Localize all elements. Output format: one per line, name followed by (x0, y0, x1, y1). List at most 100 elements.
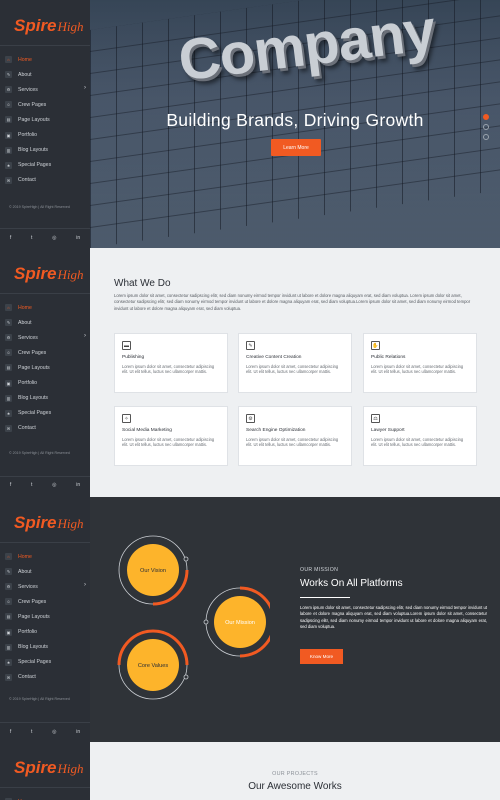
nav-item-about[interactable]: ✎ About (5, 564, 89, 579)
nav-item-portfolio[interactable]: ▣ Portfolio (5, 375, 89, 390)
nav-item-contact[interactable]: ✉ Contact (5, 421, 89, 436)
twitter-icon[interactable]: t (31, 482, 32, 488)
hero-section: Spire High ⌂ Home ✎ About ⚙ Services › ☺ Crew Pa… (0, 0, 500, 248)
vision-knob (183, 556, 189, 562)
nav-item-blog-layouts[interactable]: ▥ Blog Layouts (5, 143, 89, 158)
social-links: f t ◎ in (0, 235, 90, 241)
main-nav: ⌂Home (5, 794, 89, 800)
nav-item-label: Special Pages (18, 162, 52, 169)
service-card[interactable]: ▬ Publishing Lorem ipsum dolor sit amet, c… (114, 333, 228, 393)
service-card-text: Lorem ipsum dolor sit amet, consectetur … (371, 364, 464, 375)
instagram-icon[interactable]: ◎ (52, 482, 56, 488)
instagram-icon[interactable]: ◎ (52, 235, 56, 241)
nav-item-services[interactable]: ⚙ Services › (5, 579, 89, 594)
users-icon: ☺ (5, 598, 12, 606)
social-divider (0, 722, 90, 723)
nav-item-contact[interactable]: ✉ Contact (5, 173, 89, 188)
services-section: Spire High ⌂ Home ✎ About ⚙ Services › ☺ Crew Pa… (0, 248, 500, 497)
linkedin-icon[interactable]: in (76, 235, 80, 241)
nav-item-home[interactable]: ⌂Home (5, 300, 89, 315)
gear-icon: ⚙ (5, 86, 12, 94)
logo-high: High (57, 267, 84, 282)
linkedin-icon[interactable]: in (76, 482, 80, 488)
mission-circles: Our Vision Our Mission Core Values (117, 535, 270, 700)
nav-item-special-pages[interactable]: ★ Special Pages (5, 655, 89, 670)
logo-spire: Spire (14, 264, 57, 283)
sidebar: Spire High ⌂ Home ✎ About ⚙ Services › ☺ Crew Pa… (0, 0, 90, 248)
nav-item-crew-pages[interactable]: ☺ Crew Pages (5, 594, 89, 609)
sidebar: Spire High ⌂Home (0, 742, 90, 800)
service-card[interactable]: ⚖ Lawyer Support Lorem ipsum dolor sit ame… (363, 406, 477, 466)
slider-dot-2[interactable] (483, 124, 489, 130)
home-icon: ⌂ (5, 56, 12, 64)
nav-item-special-pages[interactable]: ★ Special Pages (5, 158, 89, 173)
nav-item-home[interactable]: ⌂Home (5, 52, 89, 67)
service-card[interactable]: ⚙ Search Engine Optimization Lorem ipsum d… (238, 406, 352, 466)
nav-item-about[interactable]: ✎ About (5, 67, 89, 82)
envelope-icon: ✉ (5, 424, 12, 432)
nav-item-home[interactable]: ⌂Home (5, 549, 89, 564)
social-divider (0, 228, 90, 229)
logo-divider (0, 45, 90, 46)
mission-paragraph: Lorem ipsum dolor sit amet, consectetur … (300, 605, 487, 630)
know-more-button[interactable]: Know More (300, 649, 343, 664)
linkedin-icon[interactable]: in (76, 729, 80, 735)
facebook-icon[interactable]: f (10, 235, 11, 241)
nav-item-label: Crew Pages (18, 598, 47, 605)
nav-item-label: Special Pages (18, 410, 52, 417)
service-card[interactable]: ✋ Public Relations Lorem ipsum dolor sit a… (363, 333, 477, 393)
main-nav: ⌂ Home ✎ About ⚙ Services › ☺ Crew Pages ▤ Page La… (5, 549, 89, 685)
pencil-icon: ✎ (5, 568, 12, 576)
social-links: f t ◎ in (0, 729, 90, 735)
nav-item-label: Home (18, 553, 32, 560)
nav-item-label: About (18, 568, 32, 575)
nav-item-label: Portfolio (18, 132, 38, 139)
mission-underline (300, 597, 350, 598)
values-label: Core Values (138, 663, 169, 669)
learn-more-button[interactable]: Learn More (271, 139, 321, 156)
logo[interactable]: Spire High (14, 758, 84, 780)
nav-item-crew-pages[interactable]: ☺ Crew Pages (5, 97, 89, 112)
seo-gear-icon: ⚙ (246, 414, 255, 423)
scales-icon: ⚖ (371, 414, 380, 423)
service-card[interactable]: ✧ Social Media Marketing Lorem ipsum dolor… (114, 406, 228, 466)
nav-item-about[interactable]: ✎ About (5, 315, 89, 330)
nav-item-portfolio[interactable]: ▣ Portfolio (5, 624, 89, 639)
envelope-icon: ✉ (5, 673, 12, 681)
hero-banner: Company Building Brands, Driving Growth … (90, 0, 500, 248)
layout-icon: ▤ (5, 613, 12, 621)
nav-item-home[interactable]: ⌂Home (5, 794, 89, 800)
nav-item-blog-layouts[interactable]: ▥ Blog Layouts (5, 640, 89, 655)
slider-dot-1[interactable] (483, 114, 489, 120)
mission-label: Our Mission (225, 620, 255, 626)
nav-item-contact[interactable]: ✉ Contact (5, 670, 89, 685)
instagram-icon[interactable]: ◎ (52, 729, 56, 735)
nav-item-page-layouts[interactable]: ▤ Page Layouts (5, 360, 89, 375)
facebook-icon[interactable]: f (10, 482, 11, 488)
slider-dot-3[interactable] (483, 134, 489, 140)
briefcase-icon: ▣ (5, 628, 12, 636)
facebook-icon[interactable]: f (10, 729, 11, 735)
service-card-text: Lorem ipsum dolor sit amet, consectetur … (122, 364, 215, 375)
nav-item-label: About (18, 71, 32, 78)
service-card[interactable]: ✎ Creative Content Creation Lorem ipsum do… (238, 333, 352, 393)
twitter-icon[interactable]: t (31, 729, 32, 735)
nav-item-page-layouts[interactable]: ▤ Page Layouts (5, 112, 89, 127)
social-media-icon: ✧ (122, 414, 131, 423)
nav-item-services[interactable]: ⚙ Services › (5, 330, 89, 345)
logo[interactable]: Spire High (14, 513, 84, 535)
twitter-icon[interactable]: t (31, 235, 32, 241)
logo[interactable]: Spire High (14, 264, 84, 286)
nav-item-blog-layouts[interactable]: ▥ Blog Layouts (5, 391, 89, 406)
logo[interactable]: Spire High (14, 16, 84, 38)
nav-item-services[interactable]: ⚙ Services › (5, 82, 89, 97)
copyright: © 2019 SpireHigh | All Right Reserved (9, 451, 70, 455)
mission-knob (203, 619, 209, 625)
nav-item-label: Portfolio (18, 380, 38, 387)
service-card-title: Publishing (122, 355, 145, 360)
nav-item-special-pages[interactable]: ★ Special Pages (5, 406, 89, 421)
nav-item-crew-pages[interactable]: ☺ Crew Pages (5, 345, 89, 360)
copyright: © 2019 SpireHigh | All Right Reserved (9, 697, 70, 701)
nav-item-page-layouts[interactable]: ▤ Page Layouts (5, 609, 89, 624)
nav-item-portfolio[interactable]: ▣ Portfolio (5, 127, 89, 142)
